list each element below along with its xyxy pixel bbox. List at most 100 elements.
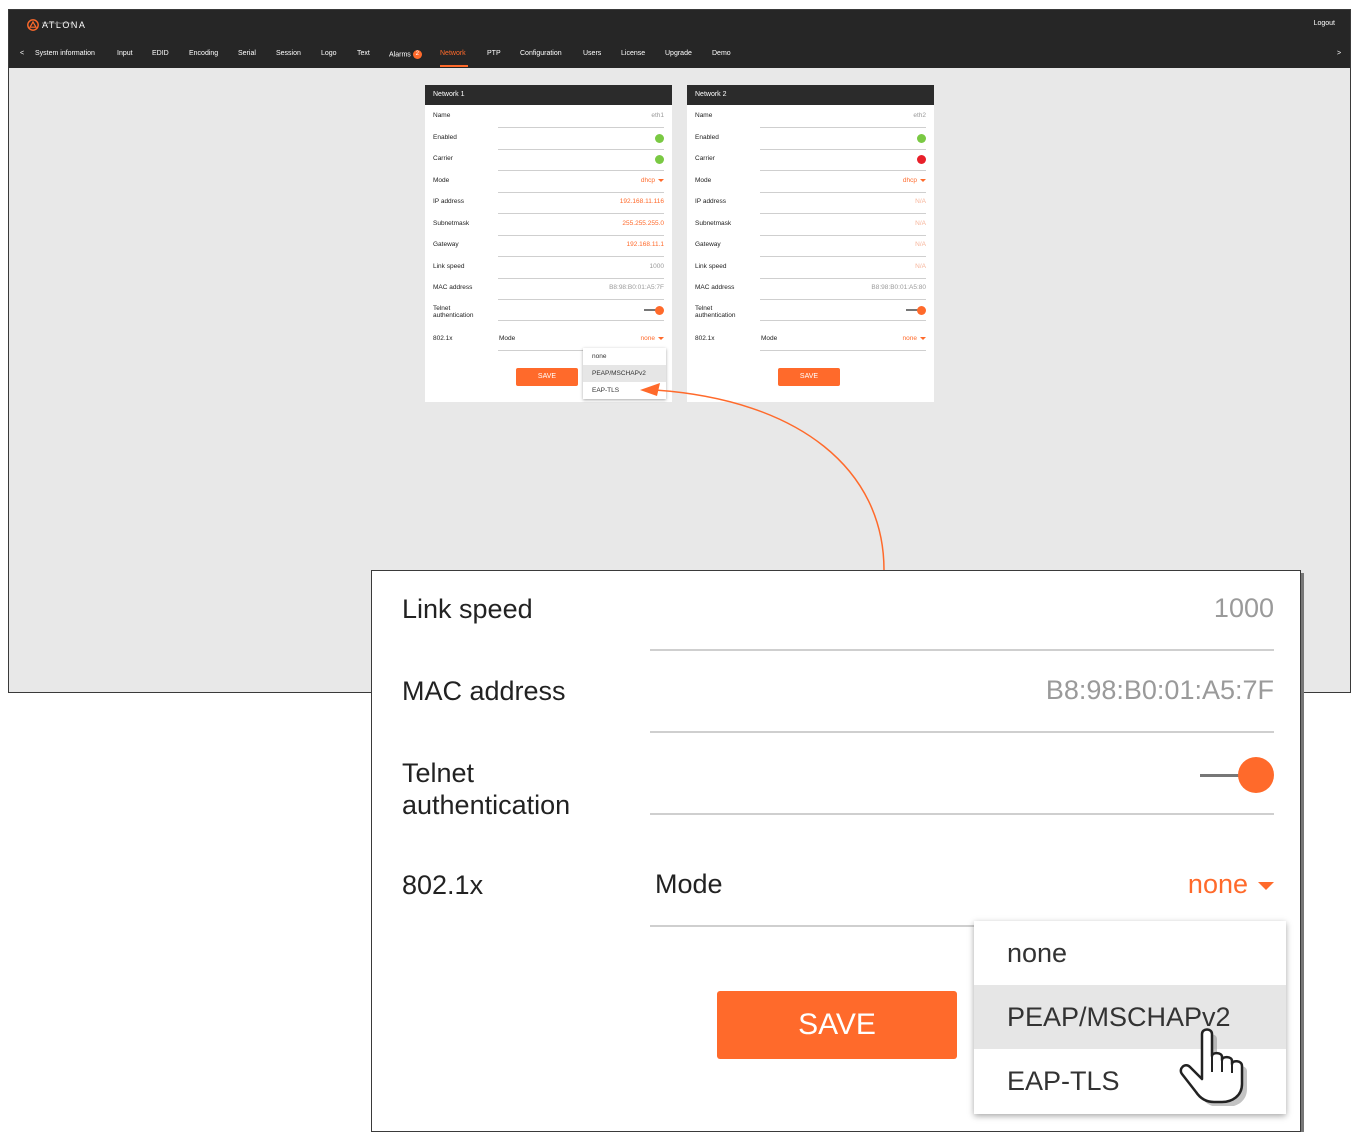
ip-address-field[interactable]: N/A <box>915 198 926 205</box>
nav-item-edid[interactable]: EDID <box>152 50 169 57</box>
dot1x-row: 802.1x Mode none <box>687 329 934 351</box>
zoom-row-divider <box>650 731 1274 733</box>
ip-address-label: IP address <box>695 198 726 205</box>
zoom-telnet-label-line2: authentication <box>402 790 571 820</box>
telnet-label-line2: authentication <box>695 312 736 319</box>
carrier-label: Carrier <box>433 155 453 162</box>
nav-item-text[interactable]: Text <box>357 50 370 57</box>
toggle-knob <box>1238 757 1274 793</box>
nav-item-license[interactable]: License <box>621 50 645 57</box>
link-speed-label: Link speed <box>433 263 465 270</box>
save-button[interactable]: SAVE <box>516 368 578 386</box>
mode-label: Mode <box>695 177 712 184</box>
ip-address-row: IP address N/A <box>687 192 934 214</box>
mac-address-row: MAC address B8:98:B0:01:A5:80 <box>687 278 934 300</box>
zoom-dot1x-mode-select[interactable]: none <box>1188 869 1274 900</box>
name-label: Name <box>433 112 451 119</box>
gateway-field[interactable]: N/A <box>915 241 926 248</box>
dot1x-label: 802.1x <box>433 335 453 342</box>
mac-address-label: MAC address <box>433 284 473 291</box>
mode-select[interactable]: dhcp <box>641 177 664 184</box>
nav-item-input[interactable]: Input <box>117 50 133 57</box>
mode-value: dhcp <box>902 177 917 184</box>
nav-item-encoding[interactable]: Encoding <box>189 50 218 57</box>
dot1x-label: 802.1x <box>695 335 715 342</box>
zoom-save-button[interactable]: SAVE <box>717 991 957 1059</box>
nav-item-upgrade[interactable]: Upgrade <box>665 50 692 57</box>
gateway-field[interactable]: 192.168.11.1 <box>627 241 664 248</box>
subnetmask-field[interactable]: 255.255.255.0 <box>622 220 664 227</box>
telnet-auth-toggle[interactable] <box>906 306 926 315</box>
link-speed-row: Link speed 1000 <box>425 257 672 279</box>
nav-item-serial[interactable]: Serial <box>238 50 256 57</box>
dot1x-mode-select[interactable]: none <box>641 335 664 342</box>
dropdown-option-eap-tls[interactable]: EAP-TLS <box>583 382 666 399</box>
dropdown-option-none[interactable]: none <box>583 348 666 365</box>
dot1x-mode-label: Mode <box>761 335 778 342</box>
subnetmask-label: Subnetmask <box>433 220 470 227</box>
nav-item-users[interactable]: Users <box>583 50 601 57</box>
gateway-row: Gateway N/A <box>687 235 934 257</box>
nav-item-configuration[interactable]: Configuration <box>520 50 562 57</box>
save-button[interactable]: SAVE <box>778 368 840 386</box>
ip-address-row: IP address 192.168.11.116 <box>425 192 672 214</box>
zoom-telnet-auth-toggle[interactable] <box>1200 757 1274 793</box>
nav-item-alarms[interactable]: Alarms 2 <box>389 50 422 59</box>
ip-address-field[interactable]: 192.168.11.116 <box>620 198 664 205</box>
toggle-knob <box>917 306 926 315</box>
zoom-mac-address-label: MAC address <box>402 676 566 706</box>
carrier-row: Carrier <box>687 149 934 171</box>
dot1x-mode-select[interactable]: none <box>903 335 926 342</box>
zoom-dot1x-label: 802.1x <box>402 870 484 900</box>
link-speed-value: 1000 <box>649 263 664 270</box>
subnetmask-row: Subnetmask N/A <box>687 214 934 236</box>
brand-tagline: Connecting Technology <box>42 21 74 25</box>
nav-item-alarms-label: Alarms <box>389 51 411 59</box>
dot1x-mode-label: Mode <box>499 335 516 342</box>
logout-link[interactable]: Logout <box>1314 20 1335 27</box>
caret-down-icon <box>920 178 926 182</box>
caret-down-icon <box>920 336 926 340</box>
nav-next-arrow[interactable]: > <box>1337 50 1341 57</box>
gateway-label: Gateway <box>695 241 721 248</box>
carrier-label: Carrier <box>695 155 715 162</box>
telnet-auth-toggle[interactable] <box>644 306 664 315</box>
zoom-dot1x-mode-label: Mode <box>655 869 723 899</box>
zoom-telnet-label-line1: Telnet <box>402 758 475 788</box>
toggle-knob <box>655 306 664 315</box>
alarms-count-badge: 2 <box>412 50 422 59</box>
subnetmask-label: Subnetmask <box>695 220 732 227</box>
mode-row: Mode dhcp <box>687 171 934 193</box>
nav-item-session[interactable]: Session <box>276 50 301 57</box>
nav-item-demo[interactable]: Demo <box>712 50 731 57</box>
telnet-row: Telnet authentication <box>687 299 934 321</box>
mode-select[interactable]: dhcp <box>903 177 926 184</box>
nav-item-network[interactable]: Network <box>440 50 466 57</box>
subnetmask-field[interactable]: N/A <box>915 220 926 227</box>
caret-down-icon <box>658 336 664 340</box>
telnet-label-line1: Telnet <box>695 305 713 312</box>
dot1x-mode-value: none <box>902 335 917 342</box>
carrier-status-icon <box>655 155 664 164</box>
zoom-mac-address-value: B8:98:B0:01:A5:7F <box>1045 675 1274 705</box>
nav-prev-arrow[interactable]: < <box>20 50 24 57</box>
name-row: Name eth2 <box>687 106 934 128</box>
network-2-title: Network 2 <box>687 85 934 105</box>
zoom-dot1x-mode-value: none <box>1187 869 1248 899</box>
zoom-dropdown-option-none[interactable]: none <box>974 921 1286 985</box>
enabled-label: Enabled <box>433 134 457 141</box>
enabled-label: Enabled <box>695 134 719 141</box>
zoom-callout: Link speed 1000 MAC address B8:98:B0:01:… <box>371 570 1301 1132</box>
nav-item-system-information[interactable]: System information <box>35 50 95 57</box>
subnetmask-row: Subnetmask 255.255.255.0 <box>425 214 672 236</box>
nav-item-ptp[interactable]: PTP <box>487 50 501 57</box>
telnet-label: Telnet authentication <box>695 305 735 319</box>
mac-address-row: MAC address B8:98:B0:01:A5:7F <box>425 278 672 300</box>
name-row: Name eth1 <box>425 106 672 128</box>
network-2-panel: Network 2 Name eth2 Enabled Carrier Mode d… <box>687 85 934 402</box>
nav-item-logo[interactable]: Logo <box>321 50 337 57</box>
zoom-link-speed-label: Link speed <box>402 594 533 624</box>
atlona-logo-icon <box>27 19 39 31</box>
mode-value: dhcp <box>640 177 655 184</box>
dropdown-option-peap[interactable]: PEAP/MSCHAPv2 <box>583 365 666 382</box>
